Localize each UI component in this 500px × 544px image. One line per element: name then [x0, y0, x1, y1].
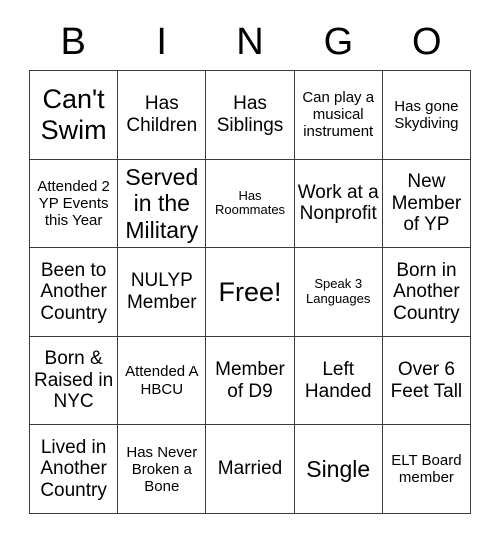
- bingo-cell-label: Single: [306, 456, 371, 483]
- bingo-cell-i3[interactable]: NULYP Member: [118, 248, 207, 337]
- bingo-cell-label: ELT Board member: [391, 452, 462, 487]
- bingo-cell-n4[interactable]: Member of D9: [206, 336, 295, 426]
- bingo-cell-label: Has Never Broken a Bone: [126, 443, 198, 495]
- bingo-cell-label: Speak 3 Languages: [306, 276, 371, 306]
- bingo-cell-label: Has Roommates: [214, 187, 286, 218]
- bingo-cell-b1[interactable]: Can't Swim: [30, 71, 119, 160]
- bingo-cell-label: Over 6 Feet Tall: [390, 358, 463, 402]
- bingo-cell-b2[interactable]: Attended 2 YP Events this Year: [30, 159, 119, 249]
- bingo-cell-g4[interactable]: Left Handed: [294, 336, 383, 426]
- bingo-cell-label: Member of D9: [215, 358, 285, 402]
- bingo-cell-label: NULYP Member: [126, 270, 197, 313]
- bingo-header-letter-o: O: [412, 21, 442, 63]
- bingo-cell-i4[interactable]: Attended A HBCU: [118, 336, 207, 426]
- bingo-cell-i2[interactable]: Served in the Military: [118, 159, 207, 249]
- bingo-cell-g2[interactable]: Work at a Nonprofit: [294, 159, 383, 249]
- bingo-cell-label: Served in the Military: [125, 164, 199, 243]
- bingo-card: B I N G O Can't Swim Has Children Has Si…: [29, 14, 472, 514]
- free-space-label: Free!: [218, 276, 282, 307]
- bingo-cell-label: Has Children: [126, 93, 198, 136]
- bingo-cell-label: Can't Swim: [40, 84, 107, 145]
- bingo-cell-o1[interactable]: Has gone Skydiving: [382, 71, 472, 160]
- bingo-cell-n1[interactable]: Has Siblings: [206, 71, 295, 160]
- bingo-cell-i1[interactable]: Has Children: [118, 71, 207, 160]
- bingo-header-letter-g: G: [323, 21, 354, 63]
- bingo-cell-label: New Member of YP: [391, 170, 462, 236]
- bingo-cell-o4[interactable]: Over 6 Feet Tall: [382, 336, 472, 426]
- bingo-cell-label: Work at a Nonprofit: [297, 181, 379, 225]
- bingo-row: Attended 2 YP Events this Year Served in…: [30, 159, 472, 249]
- bingo-cell-n2[interactable]: Has Roommates: [206, 159, 295, 249]
- bingo-cell-label: Has Siblings: [216, 93, 284, 136]
- bingo-cell-label: Can play a musical instrument: [302, 89, 375, 141]
- bingo-row: Can't Swim Has Children Has Siblings Can…: [30, 71, 472, 160]
- bingo-cell-label: Attended A HBCU: [125, 363, 199, 398]
- bingo-row: Born & Raised in NYC Attended A HBCU Mem…: [30, 336, 472, 426]
- bingo-cell-label: Born & Raised in NYC: [33, 348, 114, 413]
- bingo-cell-g5[interactable]: Single: [294, 425, 383, 514]
- bingo-cell-label: Lived in Another Country: [40, 436, 107, 501]
- bingo-cell-label: Has gone Skydiving: [394, 97, 459, 132]
- bingo-cell-i5[interactable]: Has Never Broken a Bone: [118, 425, 207, 514]
- bingo-header-letter-b: B: [60, 21, 86, 63]
- bingo-cell-label: Married: [217, 458, 283, 480]
- bingo-cell-free-space[interactable]: Free!: [206, 248, 295, 337]
- bingo-cell-label: Left Handed: [304, 358, 372, 402]
- bingo-header-letter-i: I: [156, 21, 167, 63]
- bingo-row: Been to Another Country NULYP Member Fre…: [30, 248, 472, 337]
- bingo-cell-o5[interactable]: ELT Board member: [382, 425, 472, 514]
- bingo-cell-g3[interactable]: Speak 3 Languages: [294, 248, 383, 337]
- bingo-cell-b3[interactable]: Been to Another Country: [30, 248, 119, 337]
- bingo-header-row: B I N G O: [29, 14, 471, 70]
- bingo-cell-b5[interactable]: Lived in Another Country: [30, 425, 119, 514]
- bingo-row: Lived in Another Country Has Never Broke…: [30, 425, 472, 514]
- bingo-cell-b4[interactable]: Born & Raised in NYC: [30, 336, 119, 426]
- bingo-grid: Can't Swim Has Children Has Siblings Can…: [29, 70, 472, 514]
- bingo-header-letter-n: N: [236, 21, 264, 63]
- bingo-cell-label: Born in Another Country: [393, 259, 460, 324]
- bingo-cell-label: Attended 2 YP Events this Year: [37, 177, 110, 229]
- bingo-cell-n5[interactable]: Married: [206, 425, 295, 514]
- bingo-cell-o2[interactable]: New Member of YP: [382, 159, 472, 249]
- bingo-cell-g1[interactable]: Can play a musical instrument: [294, 71, 383, 160]
- bingo-cell-label: Been to Another Country: [40, 259, 107, 324]
- bingo-cell-o3[interactable]: Born in Another Country: [382, 248, 472, 337]
